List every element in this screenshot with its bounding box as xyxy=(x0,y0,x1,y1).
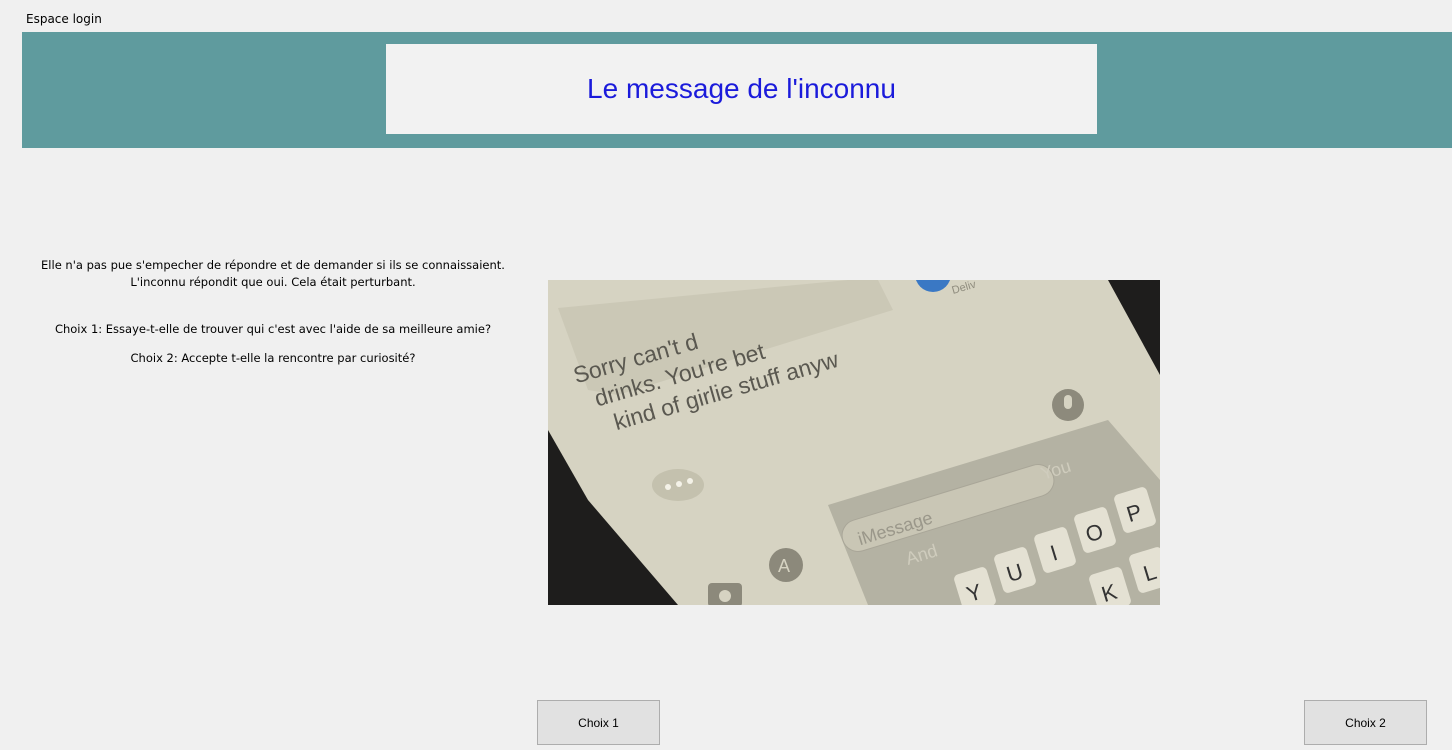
svg-text:A: A xyxy=(778,556,790,576)
window-title: Espace login xyxy=(26,12,102,26)
choice-1-description: Choix 1: Essaye-t-elle de trouver qui c'… xyxy=(54,322,492,336)
page-title: Le message de l'inconnu xyxy=(587,73,896,104)
choice-2-description: Choix 2: Accepte t-elle la rencontre par… xyxy=(130,351,416,365)
choice-1-button[interactable]: Choix 1 xyxy=(537,700,660,745)
story-image: Sorry can't d drinks. You're bet kind of… xyxy=(548,280,1160,605)
phone-photo: Sorry can't d drinks. You're bet kind of… xyxy=(548,280,1160,605)
story-text: Elle n'a pas pue s'empecher de répondre … xyxy=(28,257,518,367)
header-box: Le message de l'inconnu xyxy=(386,44,1097,134)
choice-2-button[interactable]: Choix 2 xyxy=(1304,700,1427,745)
story-line-1: Elle n'a pas pue s'empecher de répondre … xyxy=(41,258,505,272)
story-line-2: L'inconnu répondit que oui. Cela était p… xyxy=(130,275,416,289)
